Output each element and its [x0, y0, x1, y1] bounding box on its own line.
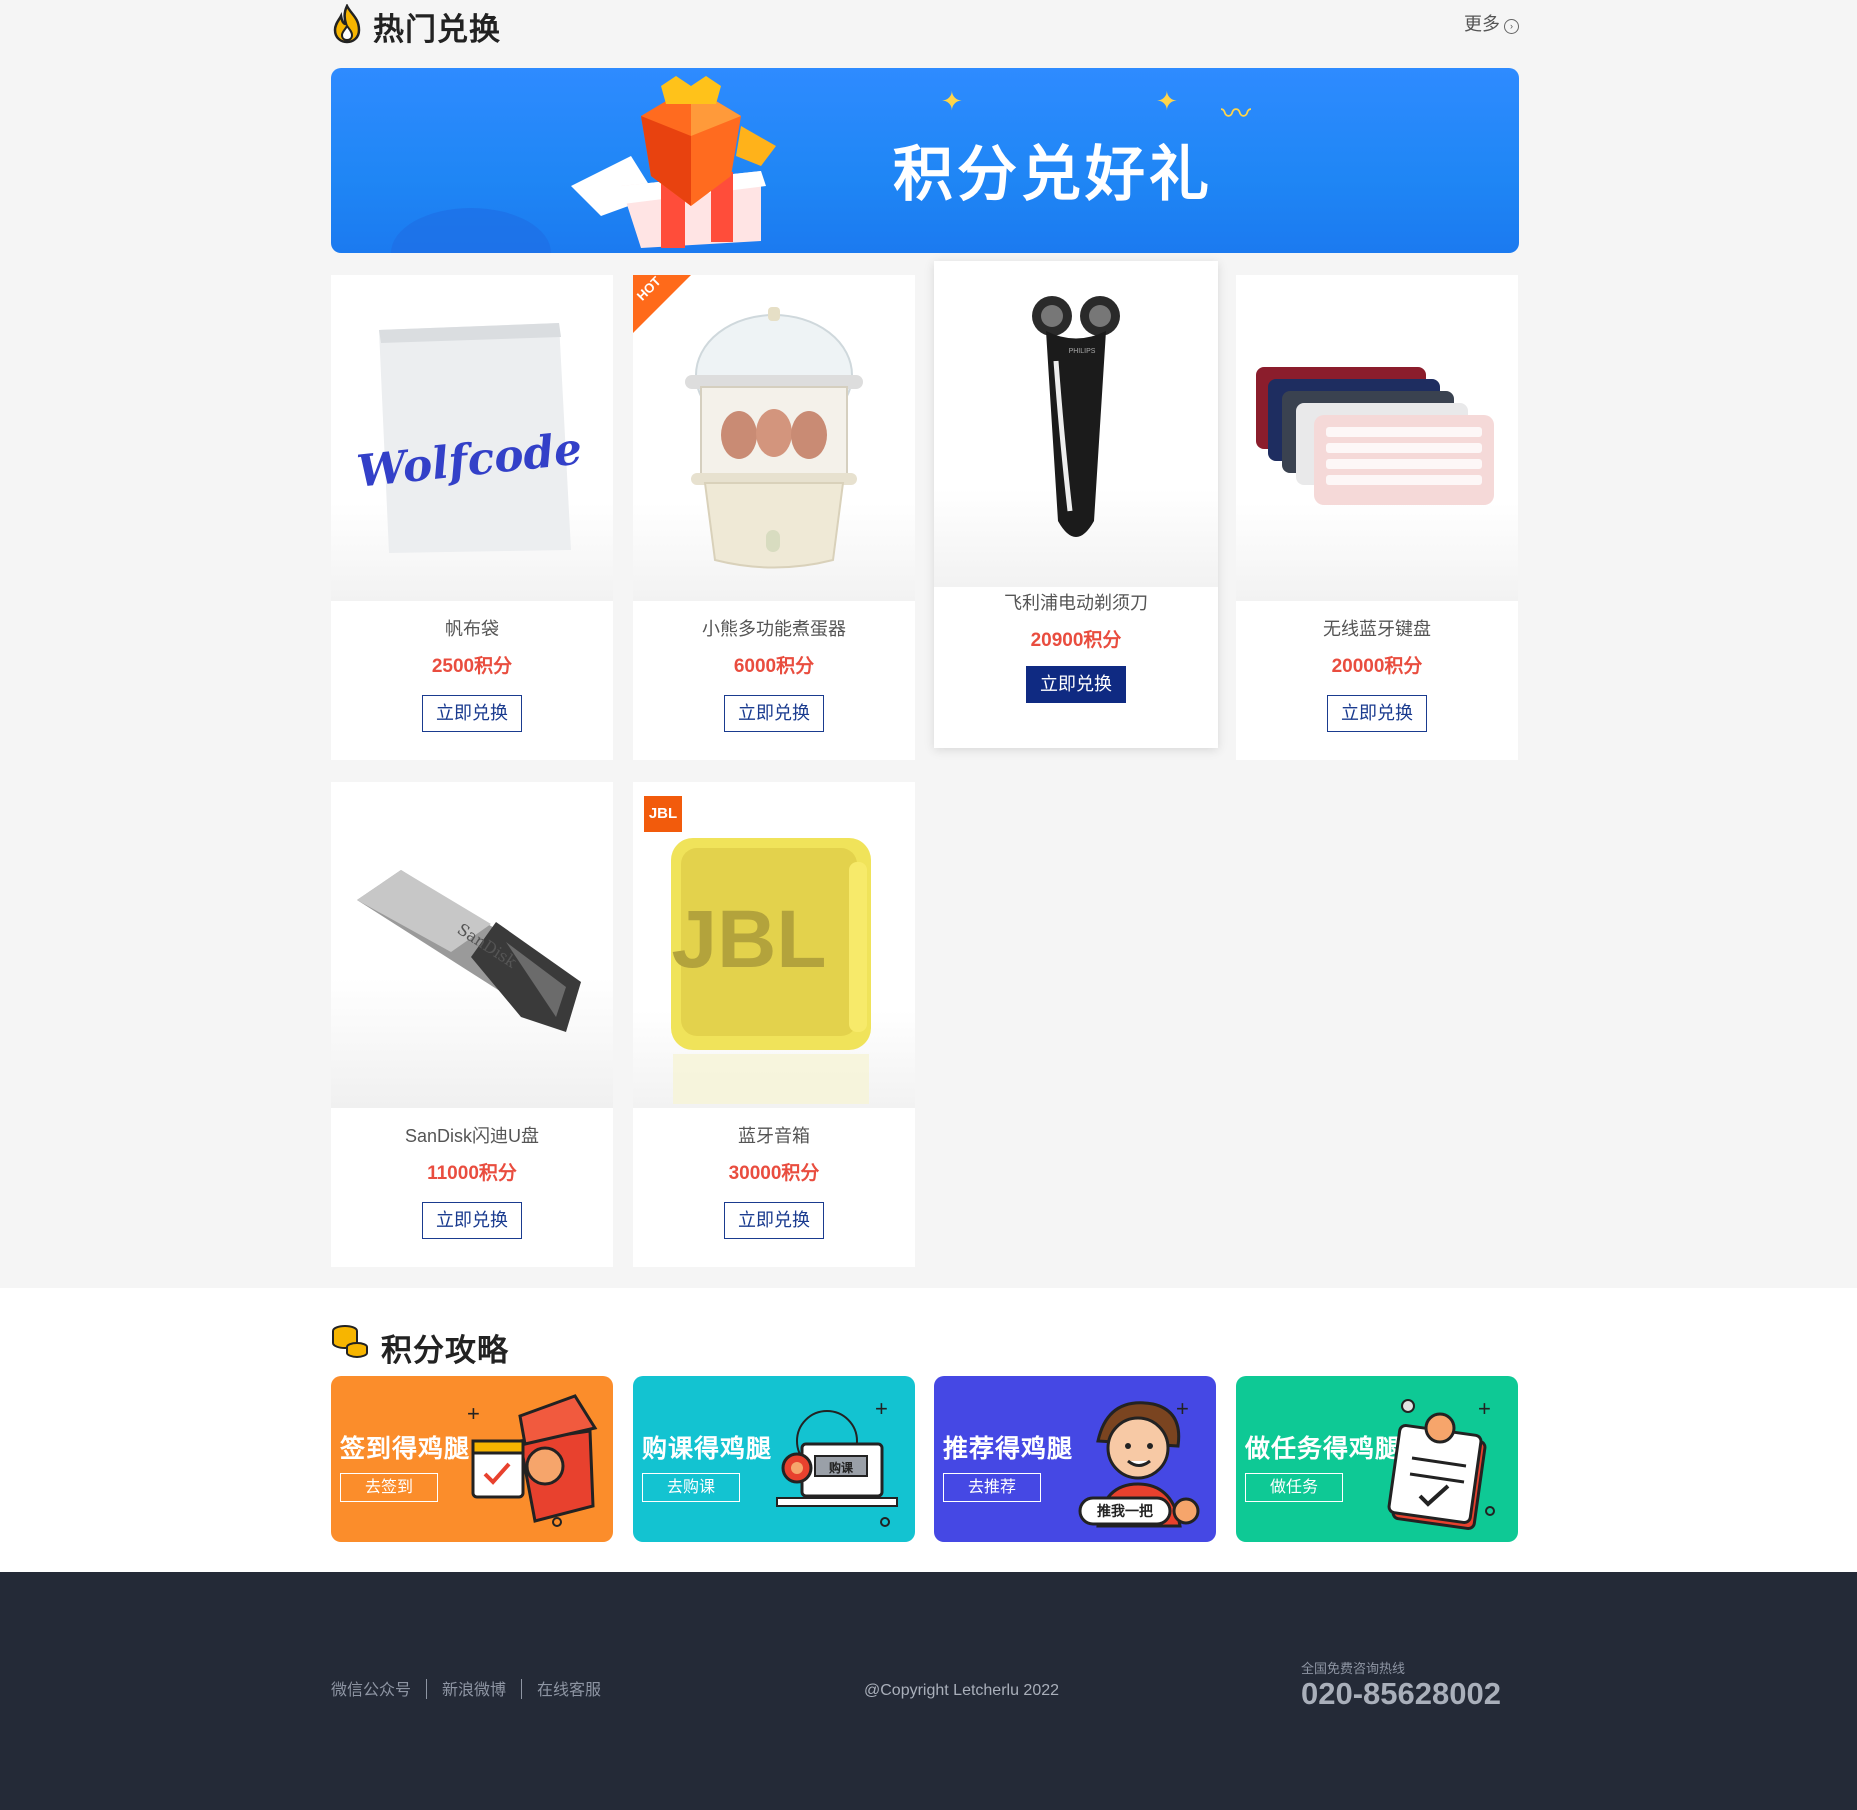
product-image-logo: JBL	[672, 894, 827, 985]
product-price: 20900积分	[1030, 630, 1122, 651]
task-board-illustration: +	[1387, 1396, 1495, 1531]
product-image	[1236, 275, 1518, 601]
redeem-button[interactable]: 立即兑换	[724, 1202, 824, 1239]
redeem-button[interactable]: 立即兑换	[1026, 666, 1126, 703]
product-price: 11000积分	[427, 1163, 517, 1184]
refer-person-illustration: + 推我一把	[1078, 1396, 1200, 1528]
footer-link-online-service[interactable]: 在线客服	[537, 1682, 601, 1699]
purchase-course-button[interactable]: 去购课	[642, 1473, 740, 1502]
footer: 微信公众号 新浪微博 在线客服 @Copyright Letcherlu 2022 …	[0, 1572, 1857, 1810]
hotline-number: 020-85628002	[1301, 1676, 1501, 1711]
hotline-label: 全国免费咨询热线	[1301, 1661, 1406, 1676]
product-price: 2500积分	[431, 656, 513, 677]
refer-button[interactable]: 去推荐	[943, 1473, 1041, 1502]
checkin-button[interactable]: 去签到	[340, 1473, 438, 1502]
footer-link-weibo[interactable]: 新浪微博	[442, 1682, 506, 1699]
strategy-card-checkin[interactable]: 签到得鸡腿 去签到 +	[331, 1376, 613, 1542]
product-image: SanDisk	[331, 782, 613, 1108]
hot-badge: HOT	[633, 273, 691, 333]
product-price: 6000积分	[733, 656, 815, 677]
refer-label: 推我一把	[1097, 1503, 1153, 1519]
product-card[interactable]: 无线蓝牙键盘 20000积分 立即兑换	[1236, 275, 1518, 760]
divider	[426, 1679, 428, 1699]
product-image-logo: PHILIPS	[1069, 348, 1096, 355]
sparkle-icon: ✦	[941, 86, 963, 116]
hot-section-header: 热门兑换 更多 ›	[331, 0, 1519, 52]
svg-text:+: +	[875, 1396, 888, 1421]
product-card[interactable]: SanDisk SanDisk闪迪U盘 11000积分 立即兑换	[331, 782, 613, 1267]
svg-text:+: +	[1478, 1396, 1491, 1421]
banner-decor-blob	[391, 208, 551, 253]
divider	[521, 1679, 523, 1699]
product-card[interactable]: PHILIPS 飞利浦电动剃须刀 20900积分 立即兑换	[934, 261, 1218, 748]
redeem-button[interactable]: 立即兑换	[422, 1202, 522, 1239]
strategy-card-title: 推荐得鸡腿	[943, 1435, 1074, 1463]
gift-box-illustration	[571, 76, 776, 248]
product-image: Wolfcode	[331, 275, 613, 601]
product-card[interactable]: JBL JBL 蓝牙音箱 30000积分 立即兑换	[633, 782, 915, 1267]
purchase-laptop-illustration: + 购课	[776, 1396, 898, 1527]
strategy-card-title: 购课得鸡腿	[642, 1435, 773, 1463]
product-card[interactable]: HOT 小熊多功能煮蛋器 6000积分 立即兑换	[633, 273, 915, 760]
sparkle-icon: ✦	[1156, 86, 1178, 116]
jbl-badge: JBL	[644, 796, 682, 832]
more-link[interactable]: 更多 ›	[1464, 10, 1519, 36]
svg-text:+: +	[1176, 1396, 1189, 1421]
promo-banner[interactable]: ✦ ✦ 〰 积分兑好礼	[331, 68, 1519, 253]
coin-stack-icon	[332, 1325, 368, 1359]
copyright: @Copyright Letcherlu 2022	[864, 1682, 1060, 1699]
do-task-button[interactable]: 做任务	[1245, 1473, 1343, 1502]
strategy-card-task[interactable]: 做任务得鸡腿 做任务 +	[1236, 1376, 1518, 1542]
svg-text:+: +	[467, 1401, 480, 1426]
redeem-button[interactable]: 立即兑换	[1327, 695, 1427, 732]
product-name: 小熊多功能煮蛋器	[702, 619, 846, 639]
product-price: 20000积分	[1331, 656, 1423, 677]
redeem-button[interactable]: 立即兑换	[422, 695, 522, 732]
strategy-card-refer[interactable]: 推荐得鸡腿 去推荐 + 推我一把	[934, 1376, 1216, 1542]
product-card[interactable]: Wolfcode 帆布袋 2500积分 立即兑换	[331, 275, 613, 760]
more-link-label: 更多	[1464, 14, 1500, 34]
ribbon-icon: 〰	[1221, 98, 1251, 131]
product-image: PHILIPS	[934, 261, 1218, 587]
purchase-label: 购课	[829, 1460, 854, 1475]
product-price: 30000积分	[728, 1163, 820, 1184]
strategy-section-title: 积分攻略	[381, 1333, 509, 1368]
product-name: 飞利浦电动剃须刀	[1004, 593, 1148, 613]
fire-icon	[333, 4, 361, 44]
product-name: 无线蓝牙键盘	[1323, 619, 1431, 639]
checkin-calendar-illustration: +	[467, 1394, 598, 1527]
redeem-button[interactable]: 立即兑换	[724, 695, 824, 732]
product-name: 蓝牙音箱	[738, 1126, 810, 1146]
chevron-right-icon: ›	[1504, 19, 1519, 34]
strategy-section: 积分攻略	[0, 1288, 1857, 1572]
hot-section-title: 热门兑换	[373, 12, 501, 47]
banner-headline: 积分兑好礼	[893, 141, 1213, 208]
strategy-header: 积分攻略	[331, 1313, 1519, 1373]
strategy-card-purchase[interactable]: 购课得鸡腿 去购课 + 购课	[633, 1376, 915, 1542]
footer-link-wechat[interactable]: 微信公众号	[331, 1682, 411, 1699]
footer-links: 微信公众号 新浪微博 在线客服	[331, 1676, 601, 1700]
strategy-card-title: 签到得鸡腿	[340, 1435, 471, 1463]
product-name: 帆布袋	[445, 619, 499, 639]
product-name: SanDisk闪迪U盘	[404, 1126, 540, 1146]
